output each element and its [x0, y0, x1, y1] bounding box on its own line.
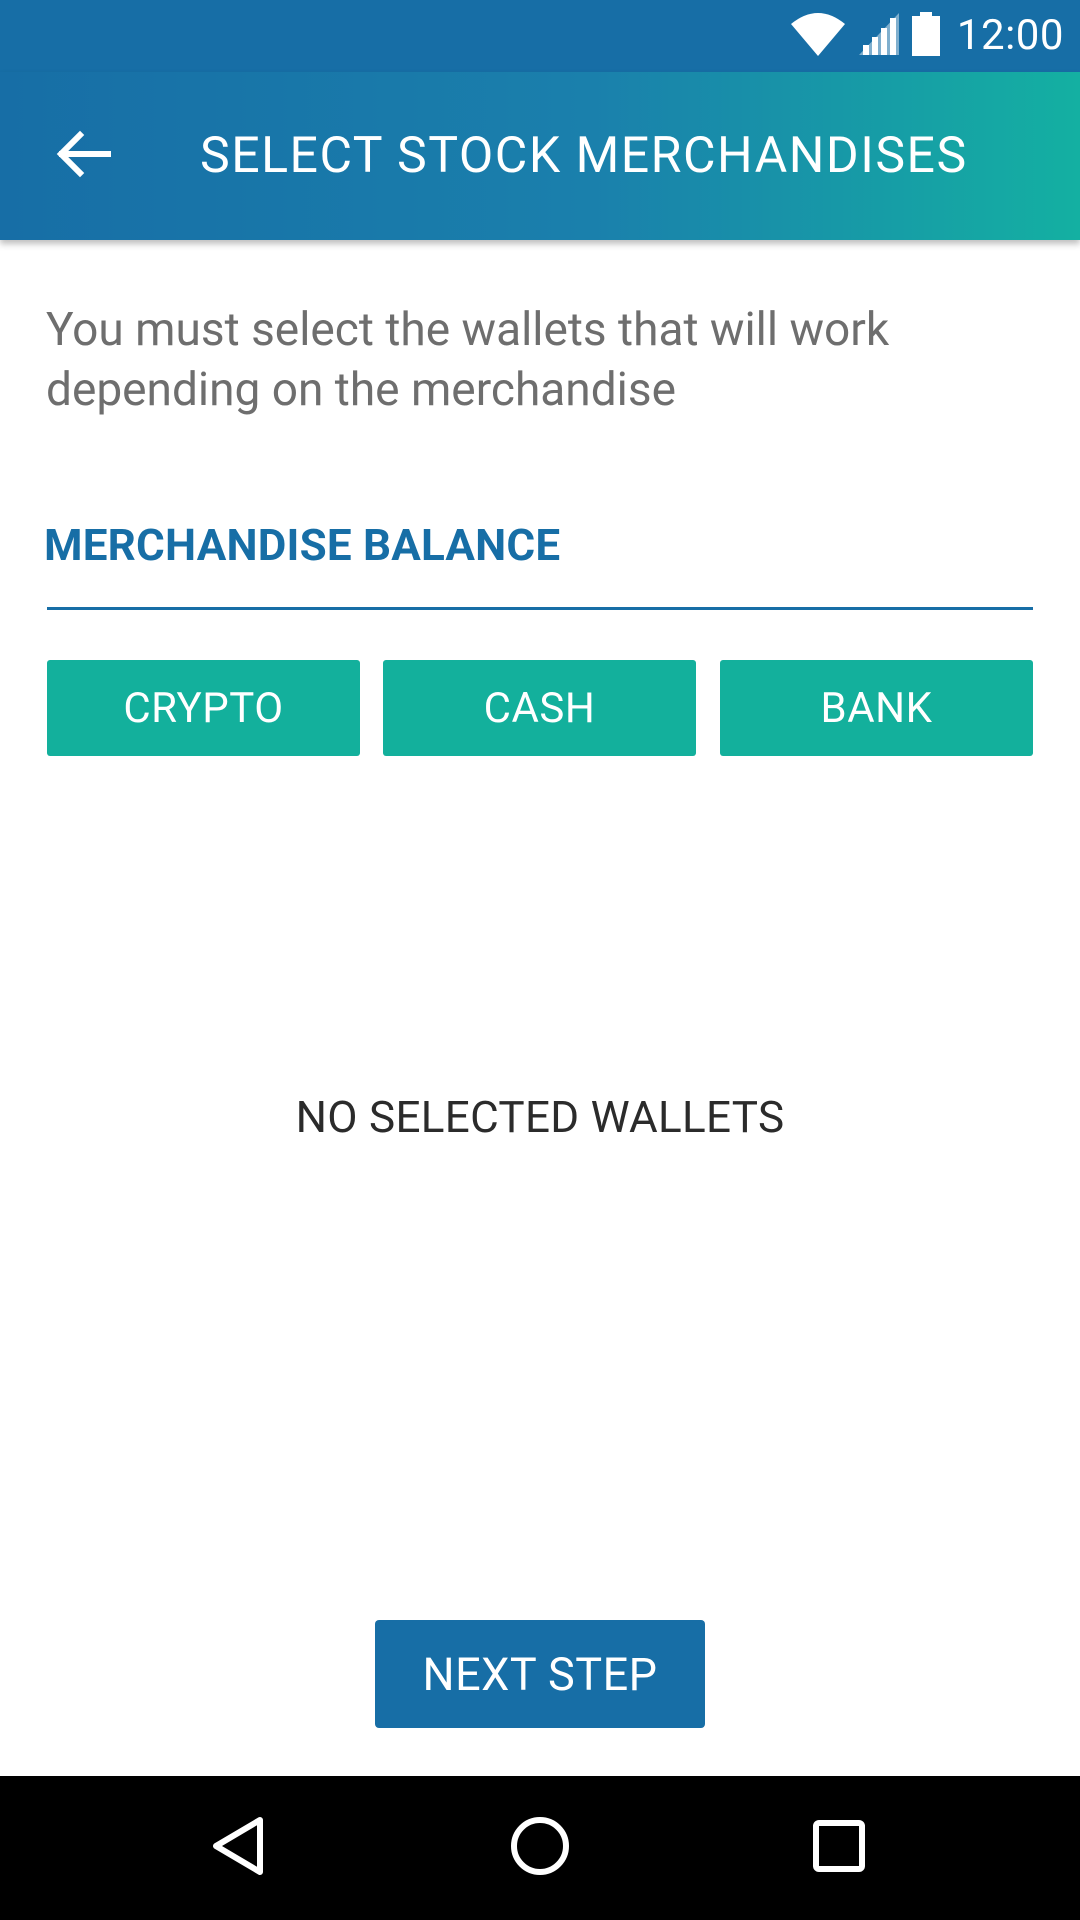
back-triangle-icon: [208, 1814, 268, 1882]
status-icons: 12:00: [789, 0, 1064, 72]
nav-back-button[interactable]: [158, 1776, 318, 1920]
app-bar: SELECT STOCK MERCHANDISES: [0, 72, 1080, 240]
empty-state-message: NO SELECTED WALLETS: [295, 1091, 785, 1143]
next-step-button[interactable]: NEXT STEP: [375, 1620, 705, 1728]
status-bar: 12:00: [0, 0, 1080, 72]
intro-text: You must select the wallets that will wo…: [46, 303, 890, 417]
battery-icon: [911, 11, 941, 61]
status-time: 12:00: [956, 11, 1064, 60]
home-circle-icon: [509, 1815, 571, 1881]
section-label: MERCHANDISE BALANCE: [44, 519, 561, 571]
back-button[interactable]: [36, 114, 132, 198]
bank-wallet-button[interactable]: BANK: [720, 660, 1033, 756]
navigation-bar: [0, 1776, 1080, 1920]
nav-home-button[interactable]: [460, 1776, 620, 1920]
wallet-button-group: CRYPTO CASH BANK: [47, 660, 1033, 756]
page-title: SELECT STOCK MERCHANDISES: [200, 127, 968, 185]
section-divider: [47, 607, 1033, 610]
recents-square-icon: [811, 1818, 867, 1878]
crypto-wallet-button[interactable]: CRYPTO: [47, 660, 360, 756]
signal-icon: [857, 11, 901, 61]
nav-recents-button[interactable]: [759, 1776, 919, 1920]
arrow-left-icon: [56, 130, 112, 182]
wifi-icon: [789, 10, 847, 62]
cash-wallet-button[interactable]: CASH: [383, 660, 696, 756]
